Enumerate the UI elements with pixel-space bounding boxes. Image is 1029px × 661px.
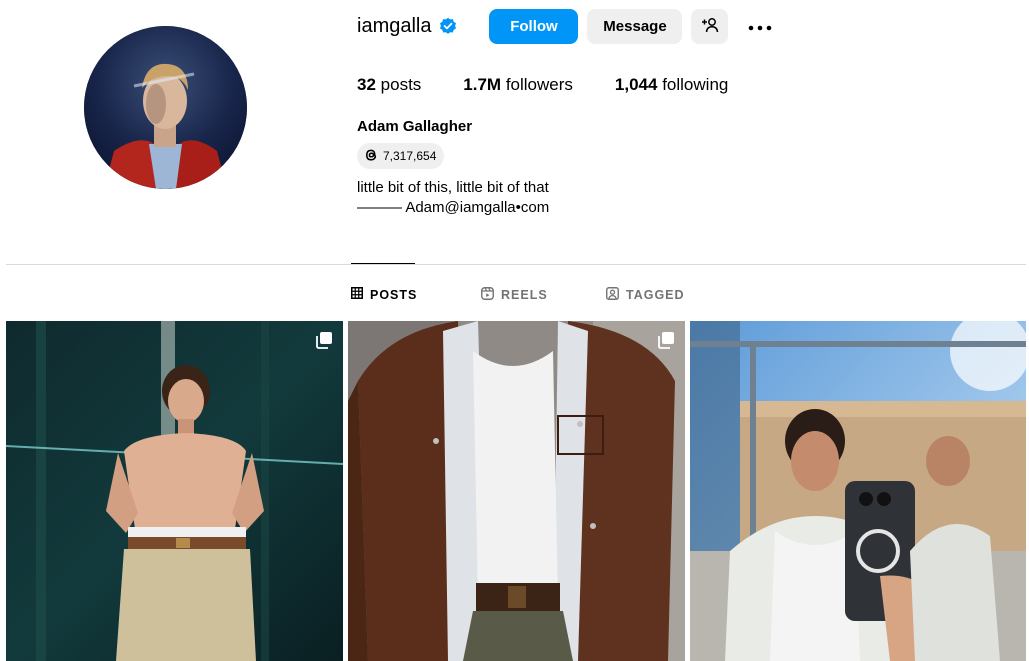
bio-line-2: ——— Adam@iamgalla•com (357, 199, 550, 216)
posts-count-value: 32 (357, 75, 376, 94)
add-person-icon (701, 17, 719, 36)
tab-posts[interactable]: POSTS (351, 287, 417, 302)
posts-count: 32 posts (357, 75, 421, 95)
verified-badge-icon (439, 17, 457, 35)
post-tile[interactable] (690, 321, 1026, 661)
post-image (690, 321, 1026, 661)
followers-count-value: 1.7M (463, 75, 502, 94)
active-tab-indicator (351, 263, 415, 264)
more-options-button[interactable] (740, 9, 780, 44)
threads-icon (363, 147, 383, 166)
reels-icon (481, 287, 501, 303)
message-button[interactable]: Message (587, 8, 683, 44)
threads-count: 7,317,654 (383, 149, 437, 163)
suggested-users-button[interactable] (691, 8, 729, 44)
followers-count-label: followers (505, 75, 573, 94)
post-tile[interactable] (6, 321, 343, 661)
tagged-icon (606, 287, 626, 303)
threads-badge[interactable]: 7,317,654 (357, 143, 445, 169)
follow-button[interactable]: Follow (489, 8, 579, 44)
section-divider (6, 264, 1026, 265)
profile-page: iamgalla Follow Message 32 posts 1.7M fo… (0, 0, 1029, 661)
following-count-label: following (662, 75, 729, 94)
profile-stats: 32 posts 1.7M followers 1,044 following (357, 75, 770, 95)
profile-header-row: iamgalla Follow Message (357, 8, 780, 44)
post-image (348, 321, 685, 661)
following-count-value: 1,044 (614, 75, 658, 94)
tab-tagged-label: TAGGED (626, 288, 685, 302)
post-image (6, 321, 343, 661)
full-name: Adam Gallagher (357, 118, 473, 135)
avatar-image (84, 26, 247, 189)
carousel-icon (315, 331, 333, 354)
more-options-icon (748, 19, 772, 34)
carousel-icon (657, 331, 675, 354)
tab-reels-label: REELS (501, 288, 548, 302)
tab-tagged[interactable]: TAGGED (606, 287, 685, 303)
post-tile[interactable] (348, 321, 685, 661)
bio-line-1: little bit of this, little bit of that (357, 179, 549, 196)
username: iamgalla (357, 14, 432, 37)
followers-link[interactable]: 1.7M followers (463, 75, 573, 95)
tab-reels[interactable]: REELS (481, 287, 548, 303)
following-link[interactable]: 1,044 following (615, 75, 728, 95)
profile-avatar[interactable] (84, 26, 247, 189)
grid-icon (351, 287, 370, 302)
tab-posts-label: POSTS (370, 287, 418, 302)
posts-count-label: posts (380, 75, 422, 94)
